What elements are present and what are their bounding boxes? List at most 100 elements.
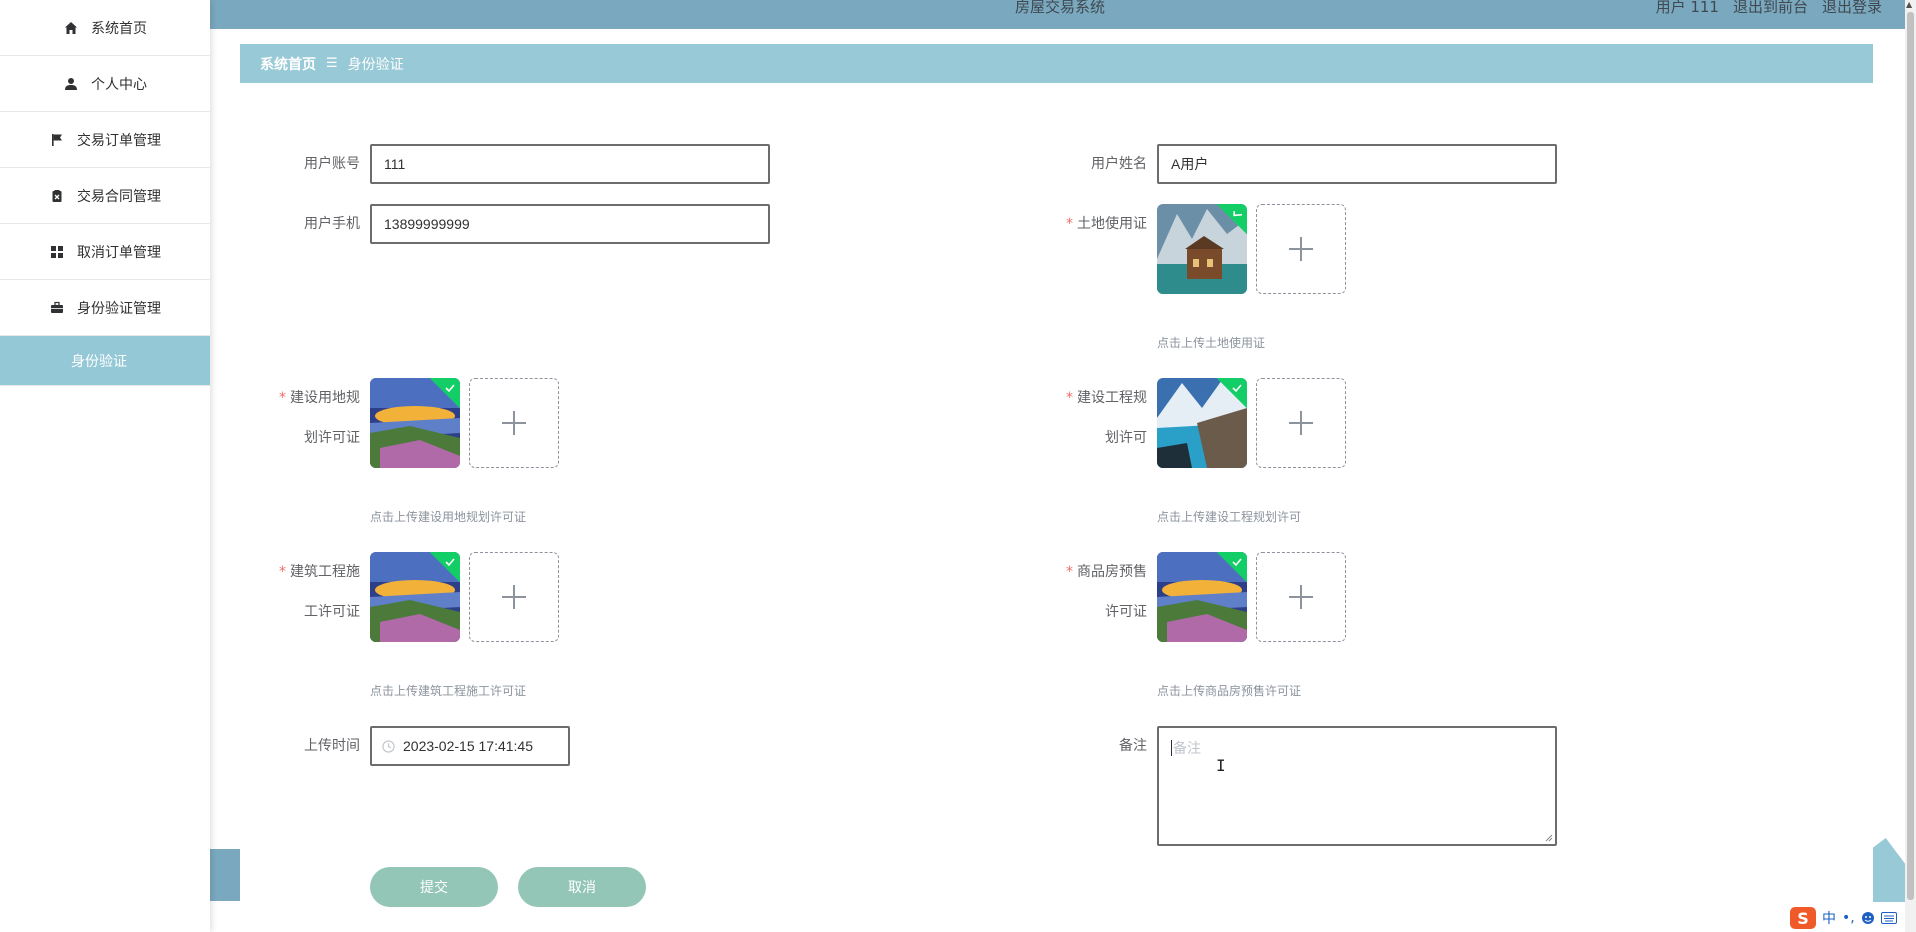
sidebar: 系统首页 个人中心 交易订单管理 交易合同管理 取消订单管理 身份验证管理 身份… [0, 0, 210, 932]
breadcrumb-separator: ☰ [326, 56, 338, 71]
required-mark: * [279, 564, 286, 580]
decoration-left [210, 849, 240, 901]
planning-land-label-line2: 划许可证 [304, 430, 360, 446]
ime-language[interactable]: 中 [1822, 908, 1836, 928]
remark-label: 备注 [1119, 738, 1147, 754]
plus-icon [502, 585, 526, 609]
planning-project-upload-button[interactable] [1256, 378, 1346, 468]
planning-land-label: * 建设用地规 划许可证 [260, 378, 360, 458]
check-icon [445, 558, 455, 567]
clock-icon [382, 739, 395, 753]
account-input[interactable]: 111 [370, 144, 770, 184]
planning-land-upload-button[interactable] [469, 378, 559, 468]
flag-icon [49, 132, 65, 148]
planning-project-label-line2: 划许可 [1105, 430, 1147, 446]
plus-icon [502, 411, 526, 435]
upload-time-label: 上传时间 [304, 738, 360, 754]
logout-link[interactable]: 退出登录 [1822, 0, 1882, 17]
remark-textarea[interactable]: 备注 [1157, 726, 1557, 846]
header-user-area: 用户 111 退出到前台 退出登录 [1656, 0, 1882, 17]
sidebar-item-label: 身份验证管理 [77, 300, 161, 317]
sidebar-item-profile[interactable]: 个人中心 [0, 56, 210, 112]
breadcrumb-current: 身份验证 [347, 56, 404, 73]
sidebar-item-orders[interactable]: 交易订单管理 [0, 112, 210, 168]
submit-button[interactable]: 提交 [370, 867, 498, 907]
construction-label: * 建筑工程施 工许可证 [260, 552, 360, 632]
upload-time-picker[interactable]: 2023-02-15 17:41:45 [370, 726, 570, 766]
sidebar-item-label: 系统首页 [91, 20, 147, 37]
planning-land-hint: 点击上传建设用地规划许可证 [370, 510, 527, 524]
planning-project-hint: 点击上传建设工程规划许可 [1157, 510, 1302, 524]
required-mark: * [279, 390, 286, 406]
grid-icon [49, 244, 65, 260]
required-mark: * [1066, 564, 1073, 580]
land-cert-upload-button[interactable] [1256, 204, 1346, 294]
decoration-right [1873, 838, 1905, 902]
ime-toolbar[interactable]: S 中 •, [1790, 906, 1897, 930]
land-cert-label-text: 土地使用证 [1077, 216, 1147, 232]
sidebar-item-home[interactable]: 系统首页 [0, 0, 210, 56]
resize-handle-icon[interactable] [1543, 832, 1553, 842]
sidebar-item-identity-management[interactable]: 身份验证管理 [0, 280, 210, 336]
sidebar-item-label: 个人中心 [91, 76, 147, 93]
construction-label-line2: 工许可证 [304, 604, 360, 620]
front-link[interactable]: 退出到前台 [1733, 0, 1808, 17]
page-scrollbar[interactable]: ▲ [1905, 0, 1916, 932]
presale-label-line2: 许可证 [1105, 604, 1147, 620]
presale-label: * 商品房预售 许可证 [1047, 552, 1147, 632]
remark-placeholder: 备注 [1173, 741, 1201, 757]
keyboard-icon[interactable] [1880, 912, 1897, 924]
ime-punctuation[interactable]: •, [1842, 910, 1855, 926]
cancel-button[interactable]: 取消 [518, 867, 646, 907]
required-mark: * [1066, 390, 1073, 406]
presale-upload-button[interactable] [1256, 552, 1346, 642]
upload-time-value: 2023-02-15 17:41:45 [403, 738, 533, 754]
land-cert-label: * 土地使用证 [1047, 204, 1147, 244]
plus-icon [1289, 585, 1313, 609]
emoji-icon[interactable] [1861, 911, 1875, 925]
required-mark: * [1066, 216, 1073, 232]
clipboard-icon [49, 188, 65, 204]
sogou-logo-icon: S [1790, 907, 1816, 929]
scroll-up-arrow-icon[interactable]: ▲ [1906, 0, 1912, 9]
phone-input[interactable]: 13899999999 [370, 204, 770, 244]
phone-label: 用户手机 [304, 216, 360, 232]
text-caret [1171, 740, 1172, 756]
sidebar-item-label: 身份验证 [71, 353, 127, 370]
land-cert-hint: 点击上传土地使用证 [1157, 336, 1266, 350]
name-label: 用户姓名 [1091, 156, 1147, 172]
check-icon [1232, 384, 1242, 393]
sidebar-item-identity[interactable]: 身份验证 [0, 336, 210, 386]
sidebar-item-label: 取消订单管理 [77, 244, 161, 261]
user-icon [63, 76, 79, 92]
sidebar-item-cancel-orders[interactable]: 取消订单管理 [0, 224, 210, 280]
presale-label-line1: 商品房预售 [1077, 564, 1147, 580]
account-label: 用户账号 [304, 156, 360, 172]
breadcrumb-home[interactable]: 系统首页 [260, 54, 316, 74]
user-label: 用户 111 [1655, 0, 1719, 16]
home-icon [63, 20, 79, 36]
breadcrumb: 系统首页 ☰ 身份验证 [240, 44, 1873, 83]
planning-project-label-line1: 建设工程规 [1077, 390, 1147, 406]
check-icon [1232, 558, 1242, 567]
presale-hint: 点击上传商品房预售许可证 [1157, 684, 1302, 698]
app-root: 系统首页 个人中心 交易订单管理 交易合同管理 取消订单管理 身份验证管理 身份… [0, 0, 1916, 932]
app-title: 房屋交易系统 [1015, 0, 1106, 16]
planning-project-image[interactable] [1157, 378, 1247, 468]
sidebar-item-label: 交易合同管理 [77, 188, 161, 205]
planning-land-image[interactable] [370, 378, 460, 468]
planning-project-label: * 建设工程规 划许可 [1047, 378, 1147, 458]
land-cert-image[interactable] [1157, 204, 1247, 294]
construction-image[interactable] [370, 552, 460, 642]
scrollbar-thumb[interactable] [1907, 12, 1914, 900]
construction-hint: 点击上传建筑工程施工许可证 [370, 684, 527, 698]
planning-land-label-line1: 建设用地规 [290, 390, 360, 406]
sidebar-item-label: 交易订单管理 [77, 132, 161, 149]
construction-label-line1: 建筑工程施 [290, 564, 360, 580]
presale-image[interactable] [1157, 552, 1247, 642]
construction-upload-button[interactable] [469, 552, 559, 642]
name-input[interactable]: A用户 [1157, 144, 1557, 184]
plus-icon [1289, 237, 1313, 261]
mouse-ibeam-cursor: I [1216, 756, 1226, 775]
sidebar-item-contracts[interactable]: 交易合同管理 [0, 168, 210, 224]
